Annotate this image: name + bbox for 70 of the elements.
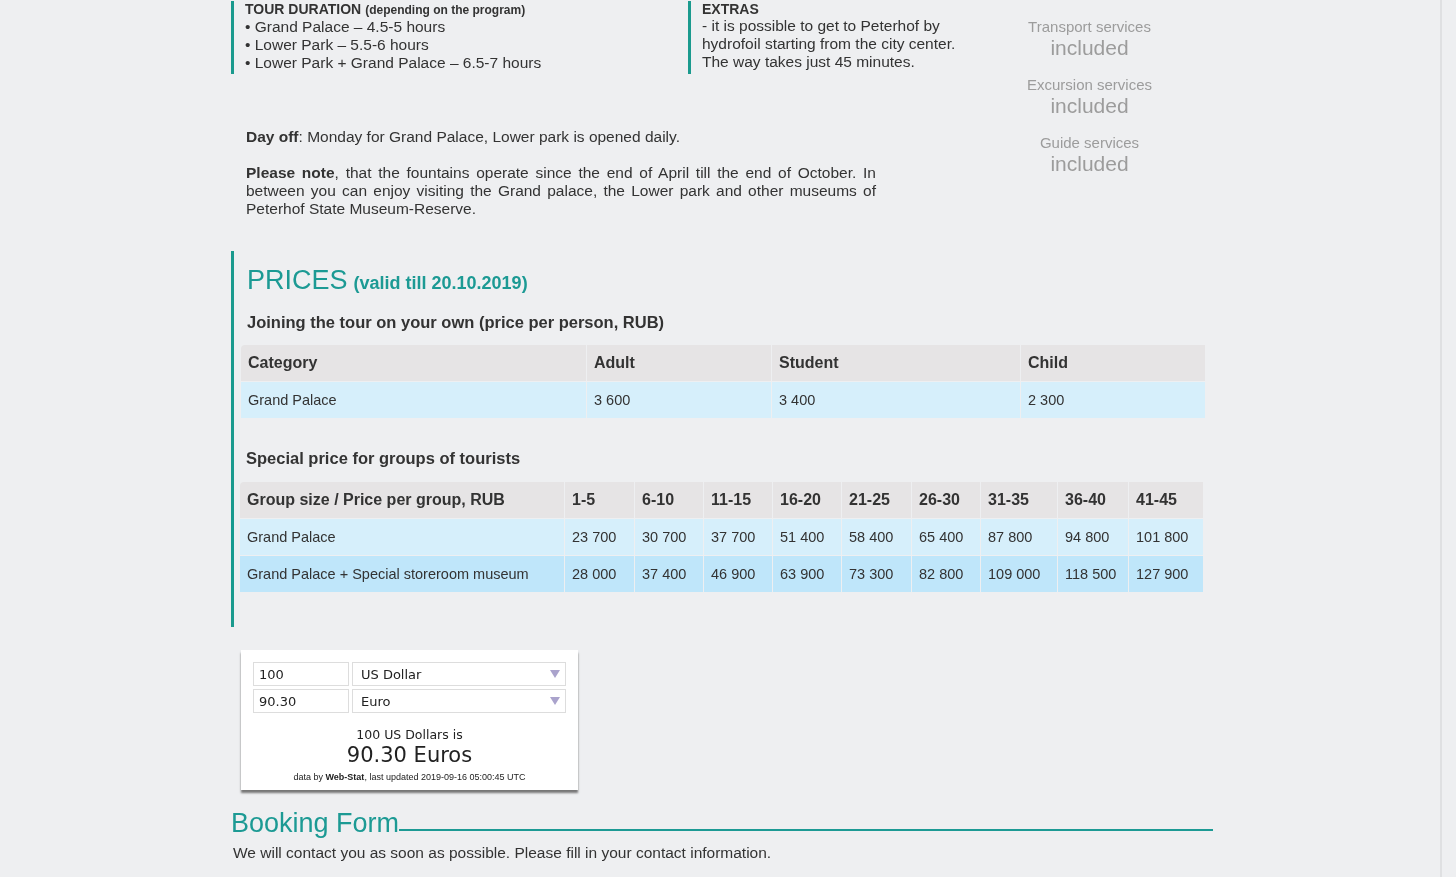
column-header: 41-45 [1129, 482, 1203, 518]
service-status: included [1050, 152, 1129, 176]
duration-item: • Lower Park + Grand Palace – 6.5-7 hours [245, 54, 543, 72]
amount-field[interactable]: 90.30 [253, 689, 349, 713]
table-cell: 63 900 [773, 556, 841, 592]
amount-field[interactable]: 100 [253, 662, 349, 686]
form-intro: We will contact you as soon as possible. Please fill in your contact information. [233, 844, 772, 861]
extras-text: - it is possible to get to Peterhof by [702, 17, 941, 35]
service-label: Excursion services [1026, 76, 1152, 94]
table-title: Joining the tour on your own (price per person, RUB) [247, 313, 665, 331]
validity-note: (valid till 20.10.2019) [353, 272, 528, 295]
form-title: Booking Form [231, 808, 400, 838]
column-header: 16-20 [773, 482, 841, 518]
heading-note: (depending on the program) [365, 2, 526, 18]
table-cell: 23 700 [565, 519, 634, 555]
column-header: 11-15 [704, 482, 772, 518]
column-header: Group size / Price per group, RUB [240, 482, 564, 518]
column-header: Category [241, 345, 586, 381]
section-heading: EXTRAS [702, 1, 759, 17]
column-header: 6-10 [635, 482, 703, 518]
table-cell: 2 300 [1021, 382, 1205, 418]
table-cell: 127 900 [1129, 556, 1203, 592]
dropdown-caret-icon [550, 670, 560, 678]
service-status: included [1050, 94, 1129, 118]
conversion-summary: 100 US Dollars is [356, 727, 463, 742]
table-cell: Grand Palace + Special storeroom museum [240, 556, 564, 592]
note-paragraph: Day off: Monday for Grand Palace, Lower park is opened daily. [246, 128, 681, 146]
table-cell: 46 900 [704, 556, 772, 592]
table-cell: 82 800 [912, 556, 980, 592]
column-header: 1-5 [565, 482, 634, 518]
table-cell: 118 500 [1058, 556, 1128, 592]
column-header: 21-25 [842, 482, 911, 518]
data-credit: data by Web-Stat, last updated 2019-09-16 05:00:45 UTC [293, 772, 526, 782]
extras-text: hydrofoil starting from the city center. [702, 35, 957, 53]
section-heading: TOUR DURATION [245, 1, 362, 17]
table-title: Special price for groups of tourists [246, 449, 521, 467]
table-cell: Grand Palace [240, 519, 564, 555]
table-cell: 37 700 [704, 519, 772, 555]
table-cell: 51 400 [773, 519, 841, 555]
column-header: 26-30 [912, 482, 980, 518]
table-cell: 37 400 [635, 556, 703, 592]
column-header: 31-35 [981, 482, 1057, 518]
table-cell: 3 600 [587, 382, 771, 418]
table-cell: Grand Palace [241, 382, 586, 418]
column-header: Adult [587, 345, 771, 381]
table-cell: 87 800 [981, 519, 1057, 555]
duration-item: • Lower Park – 5.5-6 hours [245, 36, 430, 54]
column-header: Child [1021, 345, 1205, 381]
note-paragraph: Please note, that the fountains operate since the end of April till the end of October. In between you can enjoy visiting the Grand palace, the Lower park and other museums of Peterhof State Museum-Reserve. [246, 164, 876, 218]
table-cell: 58 400 [842, 519, 911, 555]
table-cell: 109 000 [981, 556, 1057, 592]
extras-text: The way takes just 45 minutes. [702, 53, 916, 71]
table-cell: 94 800 [1058, 519, 1128, 555]
service-status: included [1050, 36, 1129, 60]
table-cell: 101 800 [1129, 519, 1203, 555]
service-label: Transport services [1028, 18, 1151, 36]
conversion-result: 90.30 Euros [346, 743, 473, 767]
service-label: Guide services [1039, 134, 1140, 152]
currency-select[interactable]: US Dollar [352, 662, 566, 686]
table-cell: 28 000 [565, 556, 634, 592]
duration-item: • Grand Palace – 4.5-5 hours [245, 18, 447, 36]
currency-select[interactable]: Euro [352, 689, 566, 713]
table-cell: 30 700 [635, 519, 703, 555]
table-cell: 3 400 [772, 382, 1020, 418]
column-header: Student [772, 345, 1020, 381]
column-header: 36-40 [1058, 482, 1128, 518]
table-cell: 65 400 [912, 519, 980, 555]
table-cell: 73 300 [842, 556, 911, 592]
section-title: PRICES [247, 265, 348, 295]
dropdown-caret-icon [550, 697, 560, 705]
